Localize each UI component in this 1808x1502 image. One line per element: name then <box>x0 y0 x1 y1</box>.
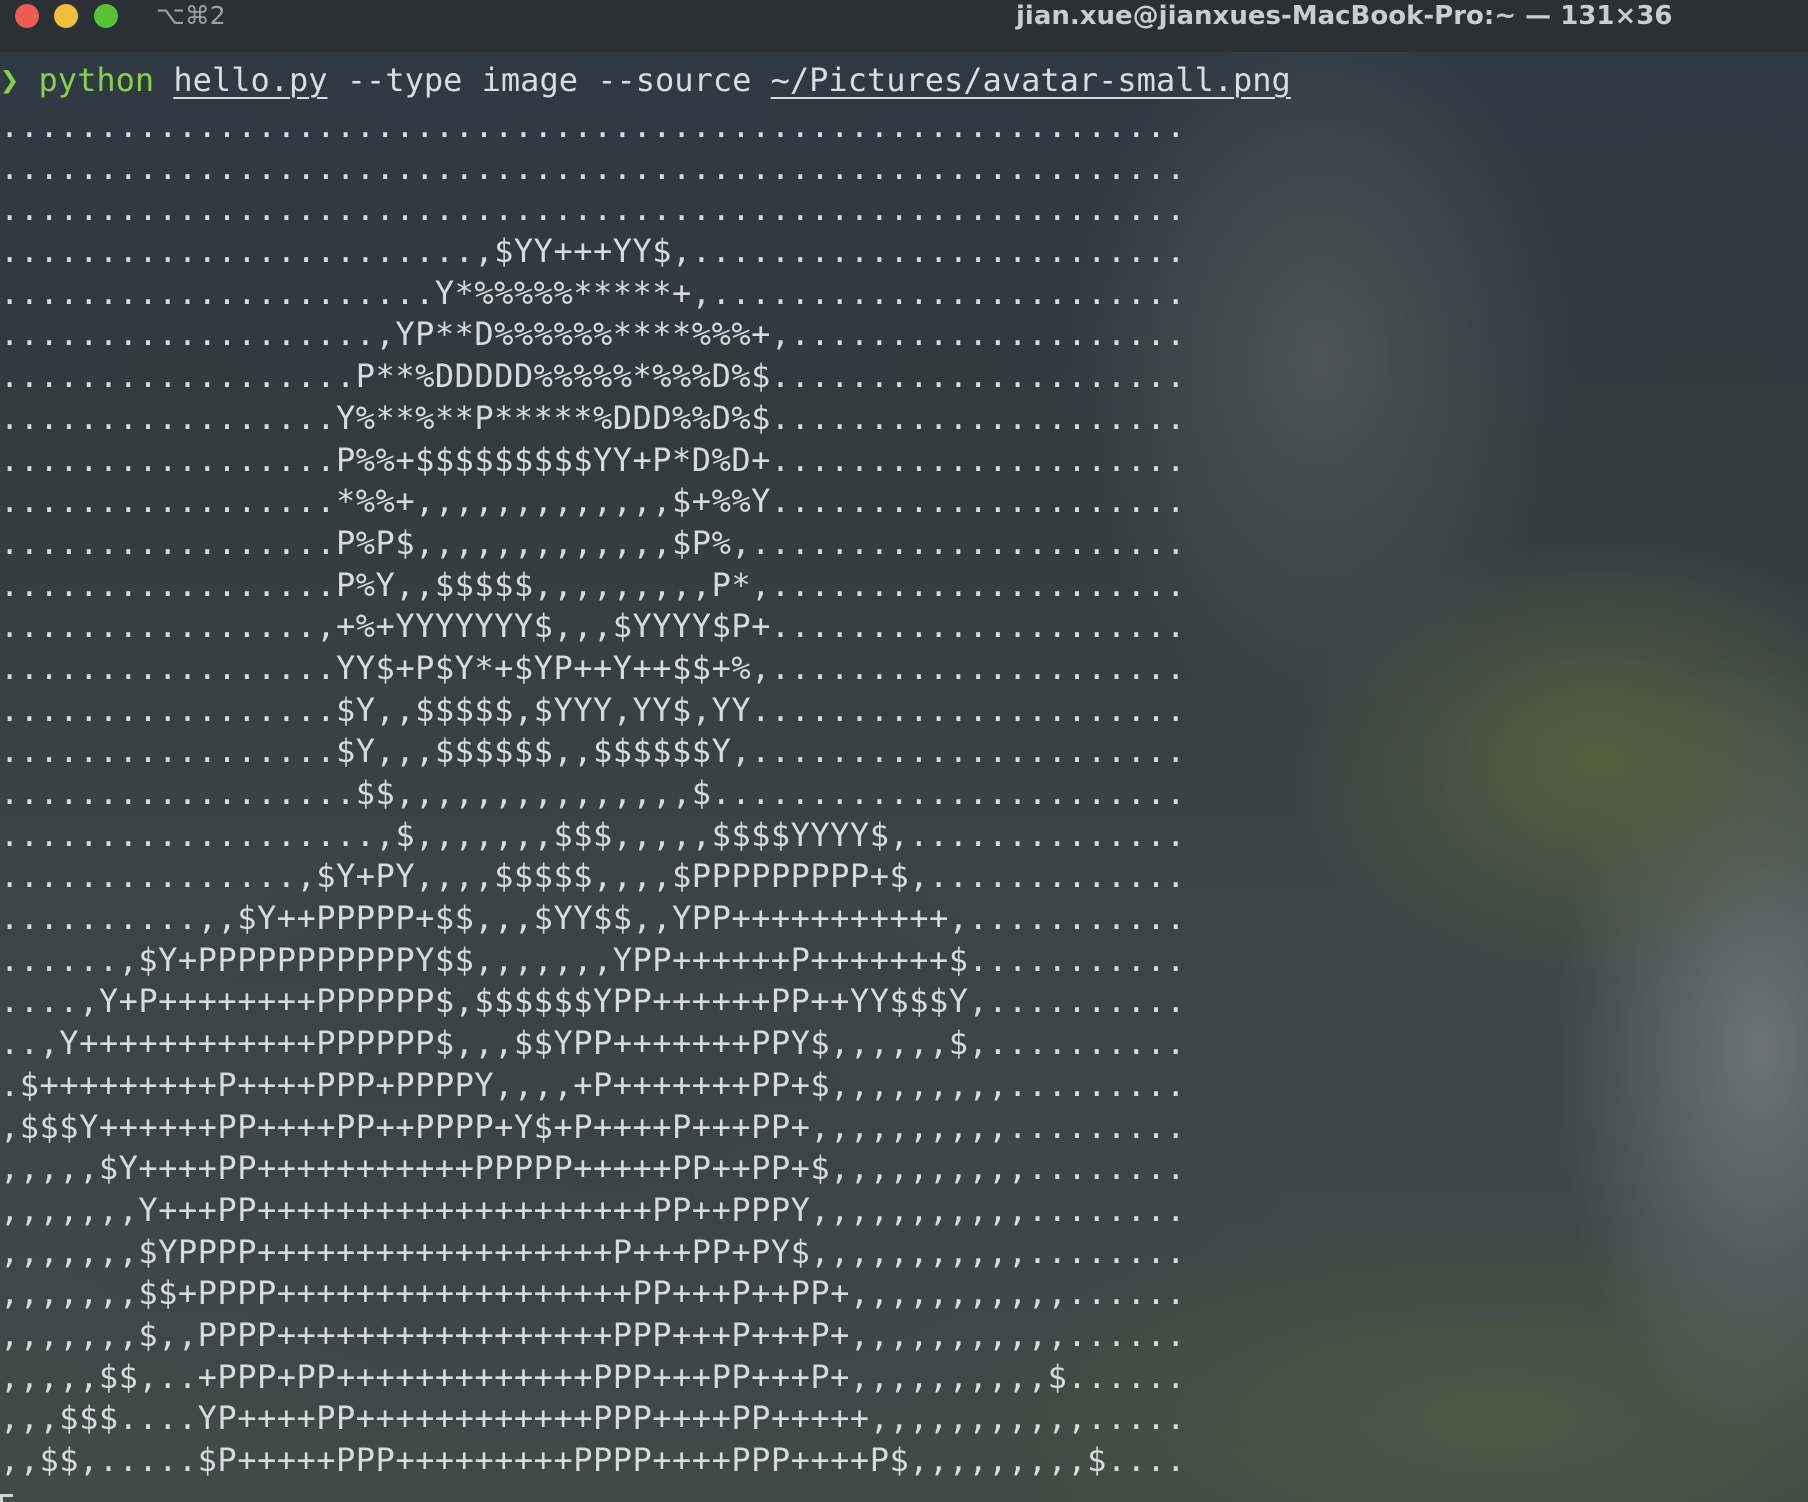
ascii-art-row: .................P%P$,,,,,,,,,,,,,$P%,..… <box>0 523 1186 562</box>
zoom-button[interactable] <box>94 4 118 28</box>
ascii-art-row: ........................................… <box>0 190 1186 229</box>
ascii-art-row: .$+++++++++P++++PPP+PPPPY,,,,+P+++++++PP… <box>0 1065 1186 1104</box>
command-line: ❯ python hello.py --type image --source … <box>0 54 1808 106</box>
close-button[interactable] <box>15 4 39 28</box>
ascii-art-row: ......,$Y+PPPPPPPPPPPY$$,,,,,,,YPP++++++… <box>0 940 1186 979</box>
ascii-art-row: ...................,$,,,,,,,$$$,,,,,$$$$… <box>0 815 1186 854</box>
ascii-art-row: ......................Y*%%%%%*****+,....… <box>0 273 1186 312</box>
command-script: hello.py <box>173 61 328 99</box>
ascii-art-output: ........................................… <box>0 106 1808 1482</box>
ascii-art-row: ........................................… <box>0 148 1186 187</box>
ascii-art-row: ..................P**%DDDDD%%%%%*%%%D%$.… <box>0 357 1186 396</box>
ascii-art-row: ,,,$$$....YP++++PP++++++++++++PPP++++PP+… <box>0 1399 1186 1438</box>
ascii-art-row: .................P%Y,,$$$$$,,,,,,,,,P*,.… <box>0 565 1186 604</box>
command-program: python <box>38 61 155 99</box>
ascii-art-row: ,$$$Y++++++PP++++PP++PPPP+Y$+P++++P+++PP… <box>0 1107 1186 1146</box>
ascii-art-row: ,,,,,,,$YPPPP++++++++++++++++++P+++PP+PY… <box>0 1232 1186 1271</box>
next-prompt-fragment <box>0 1494 13 1502</box>
ascii-art-row: .................YY$+P$Y*+$YP++Y++$$+%,.… <box>0 648 1186 687</box>
command-flags: --type image --source <box>346 61 752 99</box>
title-bar[interactable]: ⌥⌘2 jian.xue@jianxues-MacBook-Pro:~ — 13… <box>0 0 1808 52</box>
ascii-art-row: ,,$$,.....$P+++++PPP+++++++++PPPP++++PPP… <box>0 1441 1186 1479</box>
ascii-art-row: .................$Y,,$$$$$,$YYY,YY$,YY..… <box>0 690 1186 729</box>
ascii-art-row: ,,,,,,,$$+PPPP++++++++++++++++++PP+++P++… <box>0 1274 1186 1313</box>
ascii-art-row: ..................$$,,,,,,,,,,,,,,,$....… <box>0 774 1186 812</box>
ascii-art-row: ...............,$Y+PY,,,,$$$$$,,,,$PPPPP… <box>0 857 1186 896</box>
ascii-art-row: .................*%%+,,,,,,,,,,,,,$+%%Y.… <box>0 482 1186 521</box>
ascii-art-row: .................P%%+$$$$$$$$$YY+P*D%D+.… <box>0 440 1186 479</box>
ascii-art-row: ..,Y++++++++++++PPPPPP$,,,$$YPP+++++++PP… <box>0 1024 1186 1063</box>
terminal-window: ⌥⌘2 jian.xue@jianxues-MacBook-Pro:~ — 13… <box>0 0 1808 1502</box>
minimize-button[interactable] <box>54 4 78 28</box>
ascii-art-row: ,,,,,,,Y+++PP++++++++++++++++++++PP++PPP… <box>0 1190 1186 1229</box>
command-path: ~/Pictures/avatar-small.png <box>770 61 1291 99</box>
ascii-art-row: ,,,,,$$,..+PPP+PP+++++++++++++PPP+++PP++… <box>0 1357 1186 1396</box>
ascii-art-row: .................Y%**%**P*****%DDD%%D%$.… <box>0 398 1186 437</box>
ascii-art-row: ........................,$YY+++YY$,.....… <box>0 232 1186 271</box>
ascii-art-row: ,,,,,$Y++++PP+++++++++++PPPPP+++++PP++PP… <box>0 1149 1186 1188</box>
ascii-art-row: ........................................… <box>0 107 1186 145</box>
tab-shortcut-label: ⌥⌘2 <box>156 1 226 30</box>
ascii-art-row: ..........,,$Y++PPPPP+$$,,,$YY$$,,YPP+++… <box>0 899 1186 938</box>
terminal-content[interactable]: ❯ python hello.py --type image --source … <box>0 54 1808 1482</box>
ascii-art-row: ,,,,,,,$,,PPPP+++++++++++++++++PPP+++P++… <box>0 1315 1186 1354</box>
ascii-art-row: ....,Y+P++++++++PPPPPP$,$$$$$$YPP++++++P… <box>0 982 1186 1021</box>
ascii-art-row: ...................,YP**D%%%%%%****%%%+,… <box>0 315 1186 354</box>
ascii-art-row: .................$Y,,,$$$$$$,,$$$$$$Y,..… <box>0 732 1186 771</box>
window-title: jian.xue@jianxues-MacBook-Pro:~ — 131×36 <box>1016 1 1673 31</box>
ascii-art-row: ................,+%+YYYYYYY$,,,$YYYY$P+.… <box>0 607 1186 646</box>
prompt-chevron-icon: ❯ <box>0 61 20 99</box>
